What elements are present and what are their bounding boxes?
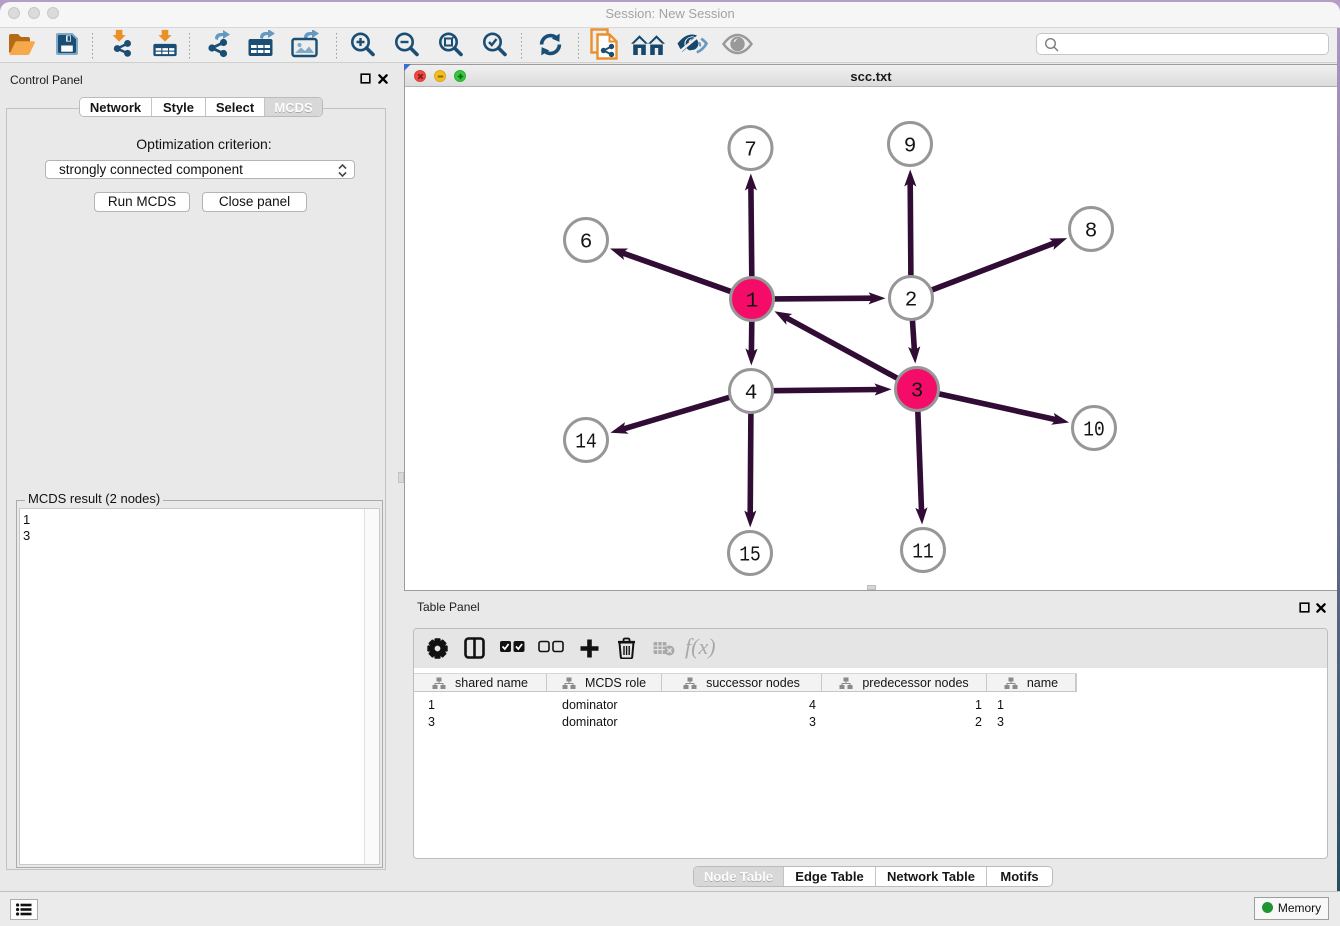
svg-text:14: 14 bbox=[575, 432, 597, 455]
svg-text:9: 9 bbox=[904, 136, 917, 159]
svg-text:10: 10 bbox=[1083, 420, 1105, 443]
svg-text:8: 8 bbox=[1085, 221, 1098, 244]
svg-text:4: 4 bbox=[745, 383, 758, 406]
svg-text:15: 15 bbox=[739, 545, 761, 568]
svg-text:11: 11 bbox=[912, 542, 934, 565]
svg-text:1: 1 bbox=[746, 291, 759, 314]
svg-text:3: 3 bbox=[911, 381, 924, 404]
svg-text:7: 7 bbox=[744, 140, 757, 163]
svg-text:6: 6 bbox=[580, 232, 593, 255]
svg-text:2: 2 bbox=[905, 290, 918, 313]
